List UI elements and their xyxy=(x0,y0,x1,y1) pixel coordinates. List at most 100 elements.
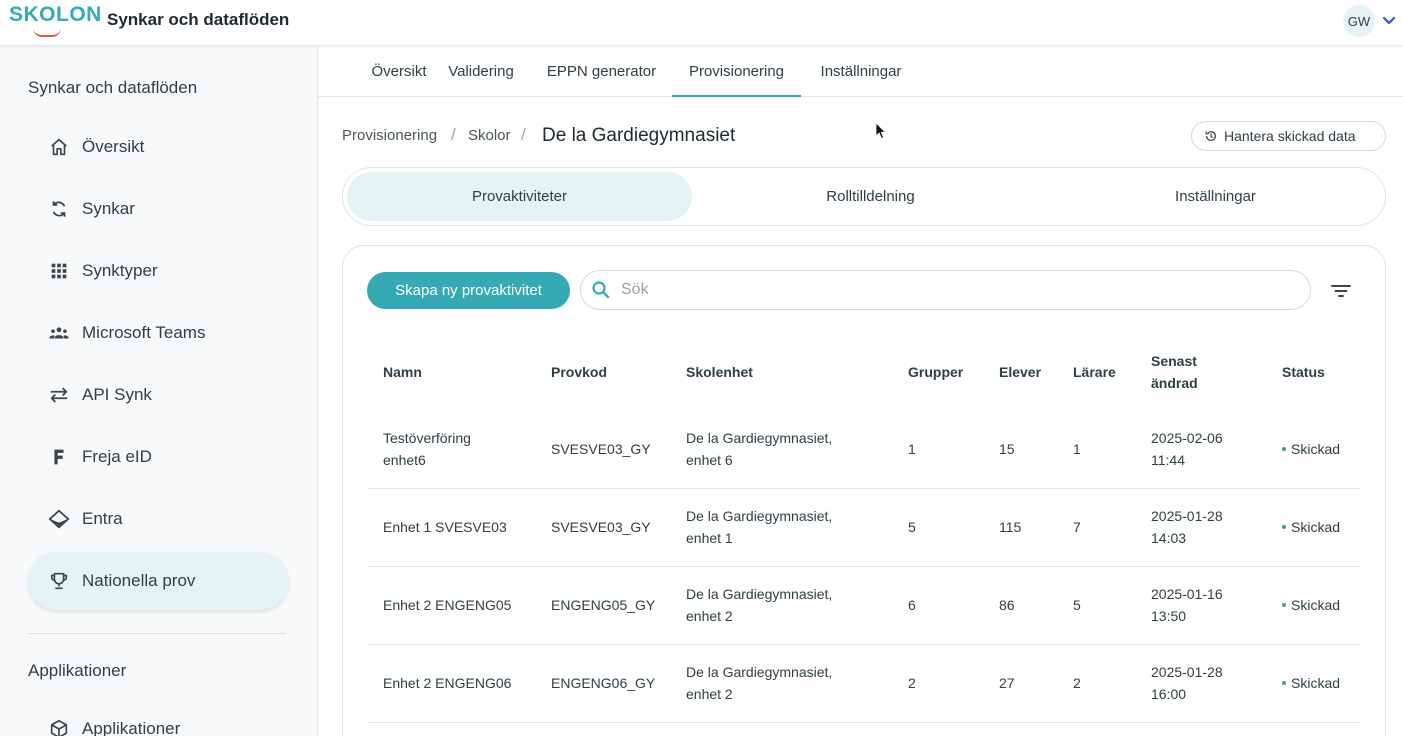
column-header-changed[interactable]: Senast ändrad xyxy=(1151,350,1198,394)
column-header-unit[interactable]: Skolenhet xyxy=(686,361,753,383)
row-divider xyxy=(367,566,1361,567)
app-title: Synkar och dataflöden xyxy=(107,10,290,29)
cell-date: 2025-01-28 xyxy=(1151,508,1223,524)
sidebar-item-nationella-prov[interactable]: Nationella prov xyxy=(28,552,288,610)
status-dot xyxy=(1282,681,1286,685)
main-tabs: Översikt Validering EPPN generator Provi… xyxy=(318,46,1403,97)
cell-code: ENGENG06_GY xyxy=(551,675,656,691)
status-label: Skickad xyxy=(1291,441,1341,457)
cell-unit-line2: enhet 2 xyxy=(686,686,733,702)
cell-time: 11:44 xyxy=(1151,452,1185,468)
cell-name-line2: enhet6 xyxy=(383,452,426,468)
sidebar-item-synkar[interactable]: Synkar xyxy=(28,180,288,238)
history-icon xyxy=(1205,131,1216,142)
column-header-groups[interactable]: Grupper xyxy=(908,361,963,383)
logo-smile xyxy=(33,28,61,37)
cell-groups: 1 xyxy=(908,441,916,457)
column-header-code[interactable]: Provkod xyxy=(551,361,607,383)
sidebar-item-label: Synkar xyxy=(82,199,135,218)
tab-validering[interactable]: Validering xyxy=(434,46,528,96)
cell-name: Enhet 1 SVESVE03 xyxy=(383,516,507,538)
column-header-teachers[interactable]: Lärare xyxy=(1073,361,1116,383)
status-label: Skickad xyxy=(1291,519,1341,535)
sidebar-item-label: Synktyper xyxy=(82,261,158,280)
sidebar-heading: Synkar och dataflöden xyxy=(28,78,198,97)
sidebar-item-oversikt[interactable]: Översikt xyxy=(28,118,288,176)
cell-unit-line2: enhet 2 xyxy=(686,608,733,624)
cell-unit: De la Gardiegymnasiet, enhet 1 xyxy=(686,505,832,549)
row-divider xyxy=(367,722,1361,723)
mouse-cursor-icon xyxy=(875,122,887,140)
swap-arrows-icon xyxy=(50,387,68,403)
sidebar-item-applikationer[interactable]: Applikationer xyxy=(28,700,288,736)
tab-installningar[interactable]: Inställningar xyxy=(808,46,914,96)
cell-changed: 2025-02-06 11:44 xyxy=(1151,427,1223,471)
cell-unit-line1: De la Gardiegymnasiet, xyxy=(686,508,833,524)
breadcrumb-separator: / xyxy=(451,125,456,144)
trophy-icon xyxy=(50,572,68,590)
cell-groups: 5 xyxy=(908,519,916,535)
tab-eppn-generator[interactable]: EPPN generator xyxy=(540,46,663,96)
segment-rolltilldelning[interactable]: Rolltilldelning xyxy=(698,172,1043,221)
sidebar-item-microsoft-teams[interactable]: Microsoft Teams xyxy=(28,304,288,362)
column-header-students[interactable]: Elever xyxy=(999,361,1041,383)
sidebar-item-entra[interactable]: Entra xyxy=(28,490,288,548)
cell-unit: De la Gardiegymnasiet, enhet 6 xyxy=(686,427,832,471)
status-dot xyxy=(1282,447,1286,451)
cell-name: Enhet 2 ENGENG06 xyxy=(383,672,511,694)
cell-name-line1: Enhet 2 ENGENG06 xyxy=(383,675,512,691)
cell-unit-line2: enhet 1 xyxy=(686,530,733,546)
cell-name-line1: Enhet 1 SVESVE03 xyxy=(383,519,507,535)
home-icon xyxy=(51,138,67,156)
user-avatar[interactable]: GW xyxy=(1343,5,1375,37)
sidebar-item-label: Nationella prov xyxy=(82,571,196,590)
cell-name: Enhet 2 ENGENG05 xyxy=(383,594,511,616)
cell-changed: 2025-01-16 13:50 xyxy=(1151,583,1223,627)
cell-teachers: 2 xyxy=(1073,675,1081,691)
grid-icon xyxy=(51,263,67,279)
cell-time: 14:03 xyxy=(1151,530,1187,546)
top-bar: SKOLON Synkar och dataflöden GW xyxy=(0,0,1403,46)
column-header-name[interactable]: Namn xyxy=(383,361,422,383)
column-header-status[interactable]: Status xyxy=(1282,361,1325,383)
cell-teachers: 7 xyxy=(1073,519,1081,535)
cell-teachers: 1 xyxy=(1073,441,1081,457)
filter-icon[interactable] xyxy=(1329,279,1353,303)
sidebar-item-synktyper[interactable]: Synktyper xyxy=(28,242,288,300)
cell-code: ENGENG05_GY xyxy=(551,597,656,613)
freja-icon xyxy=(54,449,64,465)
status-badge: Skickad xyxy=(1282,516,1340,538)
cell-code: SVESVE03_GY xyxy=(551,441,651,457)
status-label: Skickad xyxy=(1291,675,1341,691)
breadcrumb-skolor[interactable]: Skolor xyxy=(468,127,511,144)
cell-changed: 2025-01-28 14:03 xyxy=(1151,505,1223,549)
sidebar-item-label: Entra xyxy=(82,509,123,528)
segment-provaktiviteter[interactable]: Provaktiviteter xyxy=(347,172,692,221)
entra-icon xyxy=(48,509,70,529)
status-badge: Skickad xyxy=(1282,672,1340,694)
segmented-control: Provaktiviteter Rolltilldelning Inställn… xyxy=(342,167,1386,226)
segment-installningar[interactable]: Inställningar xyxy=(1043,172,1388,221)
cell-groups: 6 xyxy=(908,597,916,613)
create-activity-button[interactable]: Skapa ny provaktivitet xyxy=(367,272,570,309)
cell-name: Testöverföring enhet6 xyxy=(383,427,471,471)
breadcrumb-provisionering[interactable]: Provisionering xyxy=(342,127,437,144)
skolon-logo[interactable]: SKOLON xyxy=(9,3,101,37)
sidebar-section-heading: Applikationer xyxy=(28,661,127,680)
search-input[interactable] xyxy=(621,279,1281,301)
tab-provisionering[interactable]: Provisionering xyxy=(672,46,801,97)
manage-sent-data-button[interactable]: Hantera skickad data xyxy=(1191,121,1386,151)
sidebar-item-label: API Synk xyxy=(82,385,152,404)
cell-students: 86 xyxy=(999,597,1015,613)
cell-date: 2025-02-06 xyxy=(1151,430,1223,446)
sidebar-item-api-synk[interactable]: API Synk xyxy=(28,366,288,424)
cell-changed: 2025-01-28 16:00 xyxy=(1151,661,1223,705)
chevron-down-icon[interactable] xyxy=(1381,12,1397,28)
cell-unit-line2: enhet 6 xyxy=(686,452,733,468)
column-header-changed-line1: Senast xyxy=(1151,353,1197,369)
status-badge: Skickad xyxy=(1282,594,1340,616)
cell-students: 27 xyxy=(999,675,1015,691)
sync-icon xyxy=(52,201,66,217)
sidebar-item-freja-eid[interactable]: Freja eID xyxy=(28,428,288,486)
search-field[interactable] xyxy=(580,270,1311,310)
